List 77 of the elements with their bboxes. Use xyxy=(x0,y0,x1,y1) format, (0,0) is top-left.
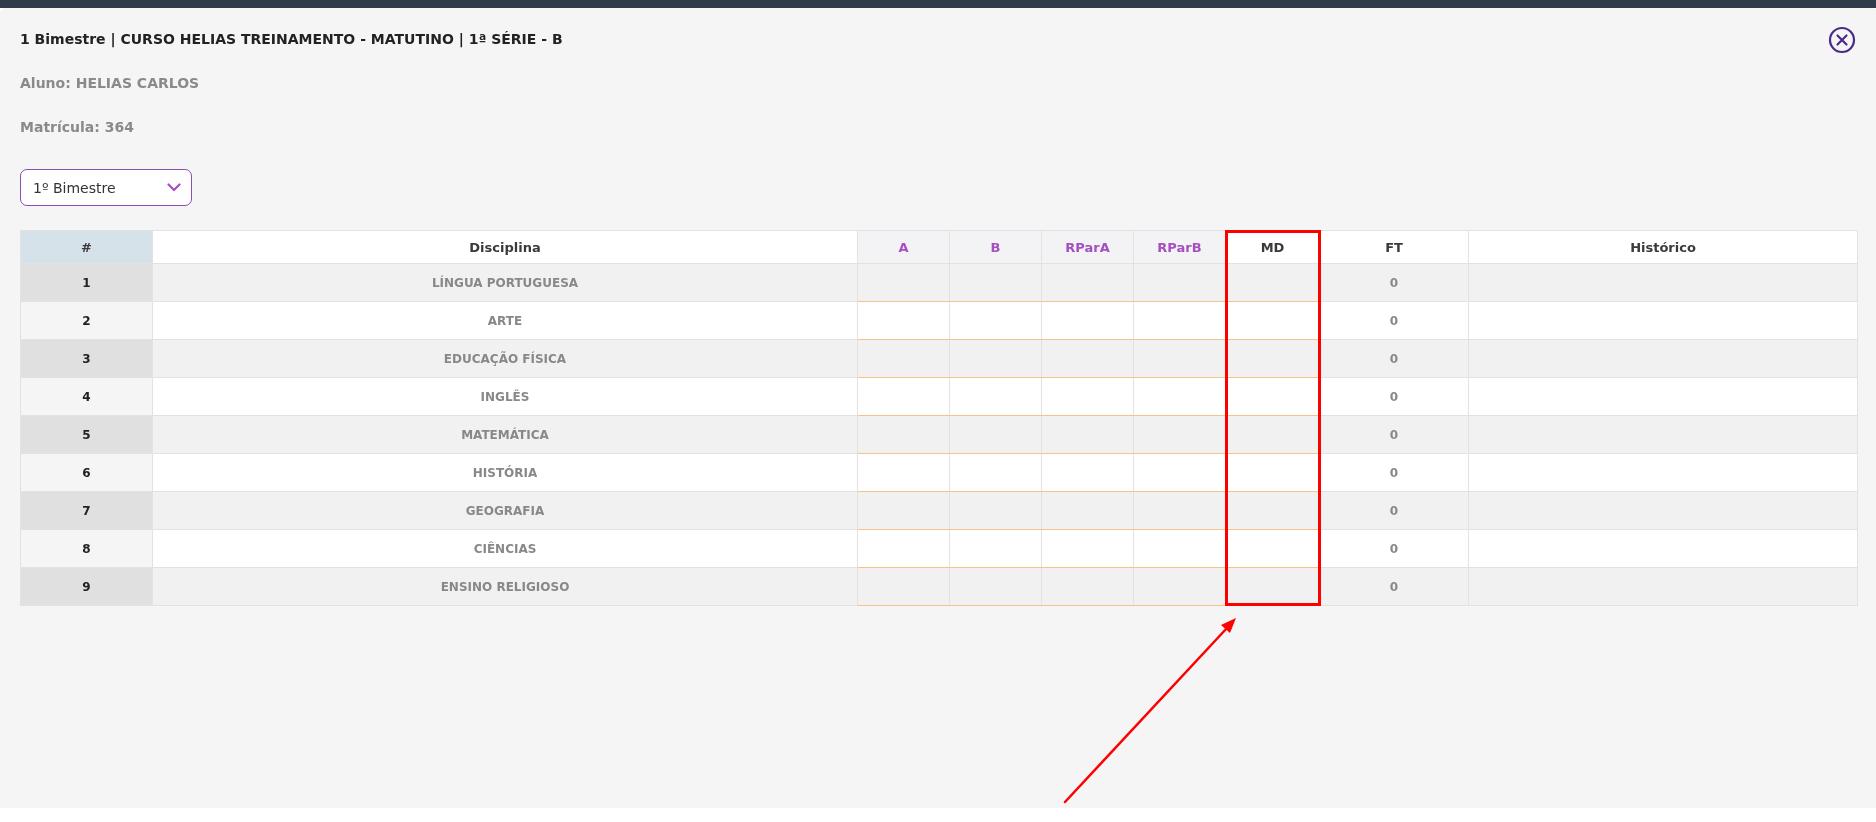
absences-cell: 0 xyxy=(1319,301,1469,340)
grade-field[interactable] xyxy=(1133,415,1226,454)
grade-field[interactable] xyxy=(857,567,950,606)
grade-field[interactable] xyxy=(949,339,1042,378)
absences-cell: 0 xyxy=(1319,453,1469,492)
row-number: 6 xyxy=(20,453,153,492)
grade-field[interactable] xyxy=(857,339,950,378)
grade-field[interactable] xyxy=(857,415,950,454)
student-name: Aluno: HELIAS CARLOS xyxy=(20,75,201,93)
grade-field[interactable] xyxy=(949,301,1042,340)
row-number: 9 xyxy=(20,567,153,606)
column-header: # xyxy=(20,230,153,264)
grade-field[interactable] xyxy=(857,263,950,302)
absences-cell: 0 xyxy=(1319,339,1469,378)
column-header: RParA xyxy=(1041,230,1134,264)
grade-field[interactable] xyxy=(1041,263,1134,302)
grade-field[interactable] xyxy=(949,377,1042,416)
column-header: RParB xyxy=(1133,230,1226,264)
chevron-down-icon xyxy=(167,183,181,192)
grade-field[interactable] xyxy=(1133,339,1226,378)
grade-field[interactable] xyxy=(1041,453,1134,492)
grade-field[interactable] xyxy=(857,453,950,492)
subject-cell: CIÊNCIAS xyxy=(152,529,858,568)
subject-cell: LÍNGUA PORTUGUESA xyxy=(152,263,858,302)
subject-cell: GEOGRAFIA xyxy=(152,491,858,530)
row-number: 8 xyxy=(20,529,153,568)
grade-field[interactable] xyxy=(857,529,950,568)
grade-field[interactable] xyxy=(949,415,1042,454)
grade-field[interactable] xyxy=(1041,491,1134,530)
grade-field[interactable] xyxy=(1041,415,1134,454)
grade-field[interactable] xyxy=(949,453,1042,492)
grade-field[interactable] xyxy=(1041,339,1134,378)
grade-field[interactable] xyxy=(1225,263,1320,302)
grade-field[interactable] xyxy=(1133,567,1226,606)
subject-cell: ARTE xyxy=(152,301,858,340)
subject-cell: MATEMÁTICA xyxy=(152,415,858,454)
column-header: B xyxy=(949,230,1042,264)
absences-cell: 0 xyxy=(1319,529,1469,568)
column-header: A xyxy=(857,230,950,264)
grade-field[interactable] xyxy=(949,263,1042,302)
row-number: 4 xyxy=(20,377,153,416)
modal-title: 1 Bimestre | CURSO HELIAS TREINAMENTO - MATUTINO | 1ª SÉRIE - B xyxy=(20,31,563,50)
grade-field[interactable] xyxy=(1225,339,1320,378)
grade-field[interactable] xyxy=(1041,301,1134,340)
grade-field[interactable] xyxy=(1225,415,1320,454)
grade-field[interactable] xyxy=(1133,491,1226,530)
grade-field[interactable] xyxy=(949,491,1042,530)
grade-field[interactable] xyxy=(1133,263,1226,302)
column-header: Disciplina xyxy=(152,230,858,264)
period-dropdown[interactable]: 1º Bimestre xyxy=(20,169,192,206)
row-number: 3 xyxy=(20,339,153,378)
row-number: 1 xyxy=(20,263,153,302)
grade-field[interactable] xyxy=(857,377,950,416)
absences-cell: 0 xyxy=(1319,377,1469,416)
grade-field[interactable] xyxy=(857,491,950,530)
column-header: Histórico xyxy=(1468,230,1858,264)
subject-cell: ENSINO RELIGIOSO xyxy=(152,567,858,606)
column-header: FT xyxy=(1319,230,1469,264)
grade-field[interactable] xyxy=(1041,567,1134,606)
row-number: 2 xyxy=(20,301,153,340)
grade-field[interactable] xyxy=(857,301,950,340)
grade-field[interactable] xyxy=(1041,529,1134,568)
grade-field[interactable] xyxy=(1225,491,1320,530)
close-icon[interactable] xyxy=(1828,26,1856,54)
grade-field[interactable] xyxy=(1041,377,1134,416)
absences-cell: 0 xyxy=(1319,491,1469,530)
grade-field[interactable] xyxy=(949,529,1042,568)
absences-cell: 0 xyxy=(1319,263,1469,302)
subject-cell: HISTÓRIA xyxy=(152,453,858,492)
subject-cell: INGLÊS xyxy=(152,377,858,416)
absences-cell: 0 xyxy=(1319,567,1469,606)
absences-cell: 0 xyxy=(1319,415,1469,454)
grade-field[interactable] xyxy=(949,567,1042,606)
row-number: 5 xyxy=(20,415,153,454)
row-number: 7 xyxy=(20,491,153,530)
subject-cell: EDUCAÇÃO FÍSICA xyxy=(152,339,858,378)
enrollment-number: Matrícula: 364 xyxy=(20,119,135,137)
